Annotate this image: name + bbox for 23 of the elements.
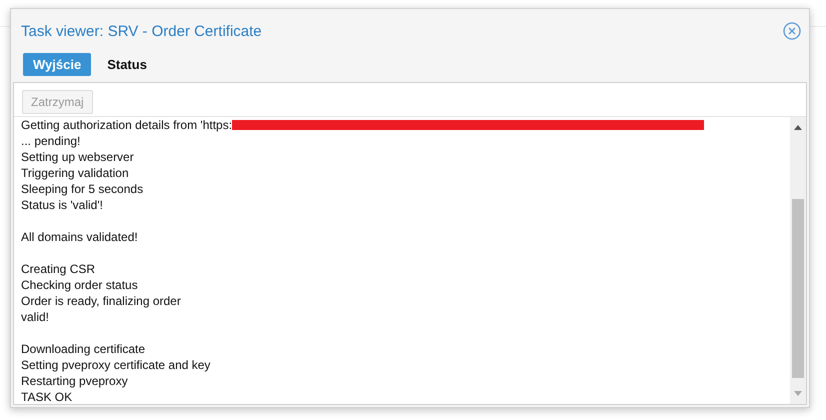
tab[interactable]: Wyjście bbox=[23, 53, 92, 76]
log-line: ... pending! bbox=[21, 133, 80, 149]
log-line: Downloading certificate bbox=[21, 341, 146, 357]
window-title: Task viewer: SRV - Order Certificate bbox=[21, 22, 262, 40]
log-line: Getting authorization details from 'https: bbox=[21, 117, 232, 133]
log-line: Setting up webserver bbox=[21, 149, 134, 165]
log-line: Order is ready, finalizing order bbox=[21, 293, 181, 309]
tab[interactable]: Status bbox=[97, 53, 157, 76]
log-line: Restarting pveproxy bbox=[21, 373, 128, 389]
scroll-thumb[interactable] bbox=[792, 199, 804, 378]
log-line: valid! bbox=[21, 309, 50, 325]
scroll-down-icon[interactable] bbox=[793, 390, 803, 398]
scrollbar[interactable] bbox=[790, 117, 806, 404]
log-line: TASK OK bbox=[21, 389, 72, 404]
log-line: All domains validated! bbox=[21, 229, 138, 245]
close-icon[interactable] bbox=[783, 22, 801, 40]
scroll-up-icon[interactable] bbox=[793, 123, 803, 131]
log-line: Status is 'valid'! bbox=[21, 197, 103, 213]
log-line: Setting pveproxy certificate and key bbox=[21, 357, 210, 373]
log-line: Triggering validation bbox=[21, 165, 129, 181]
log-line: Sleeping for 5 seconds bbox=[21, 181, 144, 197]
log-line: Checking order status bbox=[21, 277, 138, 293]
log-line: Creating CSR bbox=[21, 261, 96, 277]
